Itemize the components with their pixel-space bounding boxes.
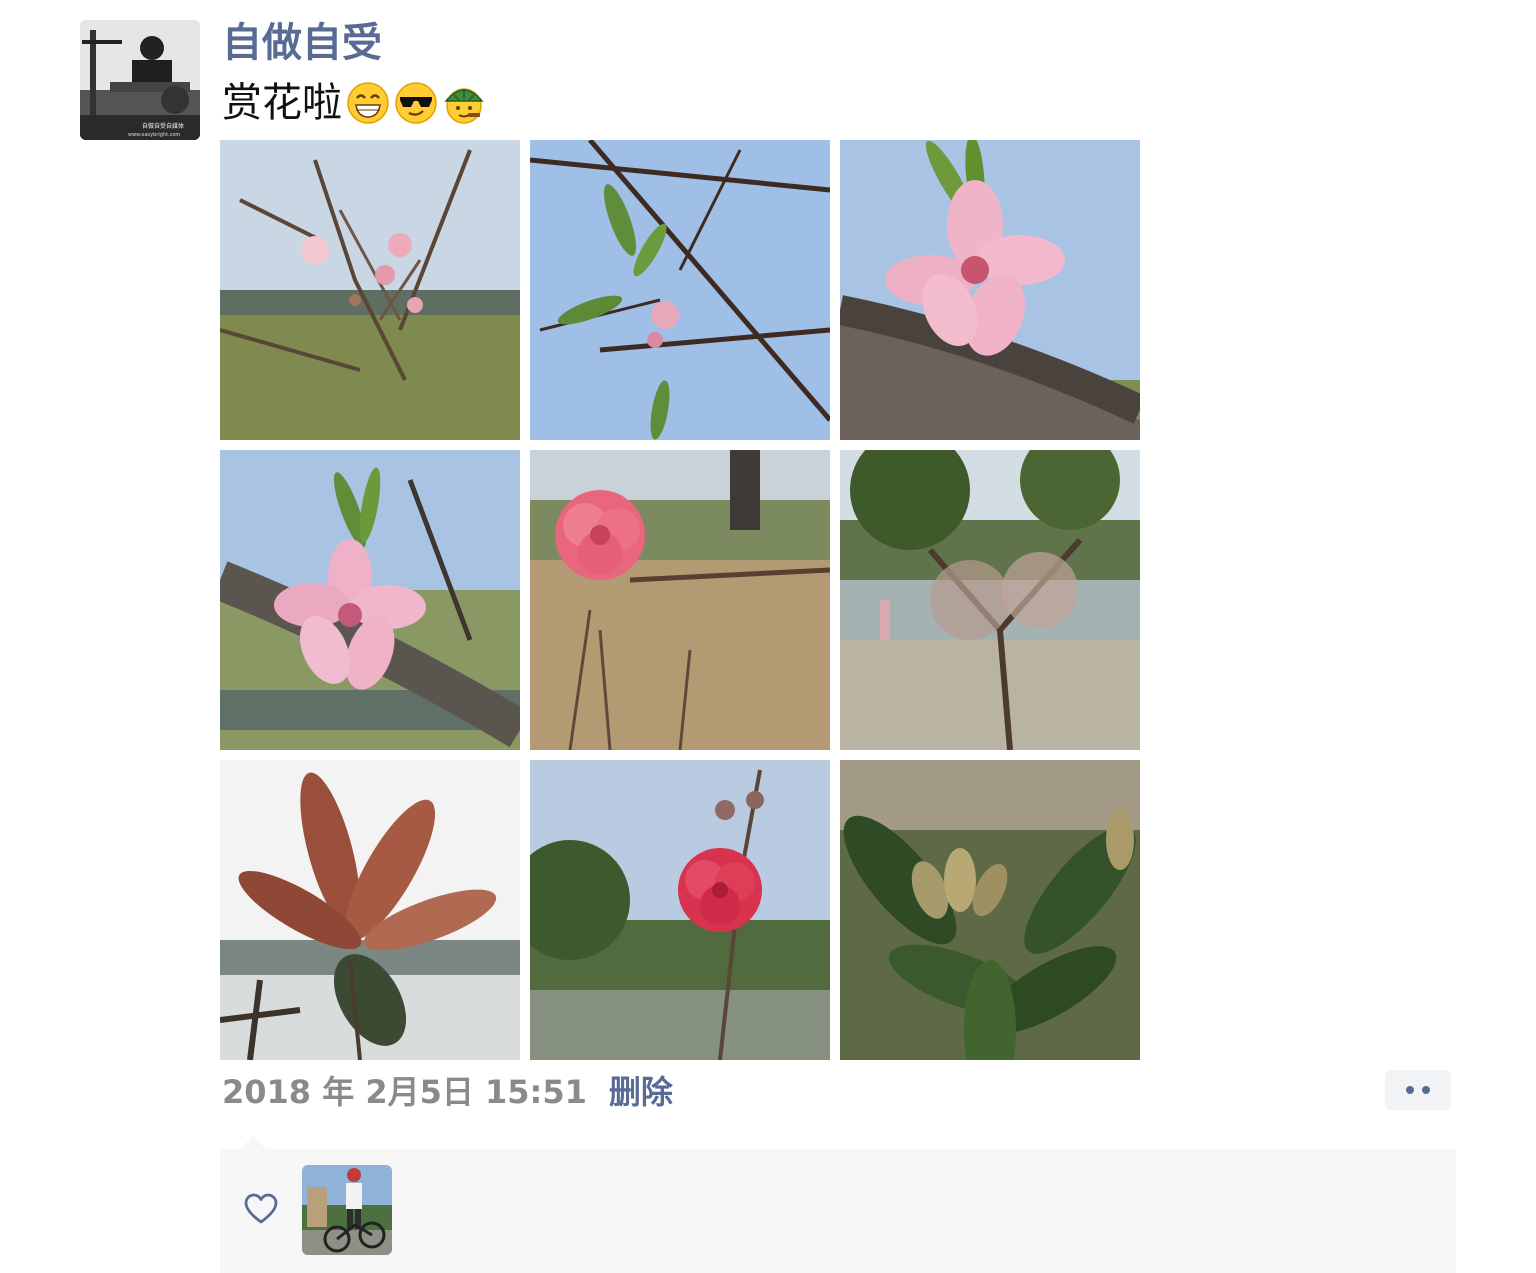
- photo-9[interactable]: [840, 760, 1140, 1060]
- likes-caret: [240, 1136, 266, 1149]
- more-dot-icon: [1406, 1086, 1414, 1094]
- liker-avatar[interactable]: [302, 1165, 392, 1255]
- post-text: 赏花啦: [222, 78, 486, 128]
- photo-2[interactable]: [530, 140, 830, 440]
- photo-3[interactable]: [840, 140, 1140, 440]
- author-avatar[interactable]: 自做自受自媒体 www.easybright.com: [80, 20, 200, 140]
- sunglasses-emoji-icon: [394, 81, 438, 125]
- avatar-watermark: 自做自受自媒体: [142, 122, 184, 130]
- post-timestamp: 2018 年 2月5日 15:51: [222, 1073, 587, 1111]
- photo-7[interactable]: [220, 760, 520, 1060]
- grin-emoji-icon: [346, 81, 390, 125]
- more-dot-icon: [1422, 1086, 1430, 1094]
- photo-4[interactable]: [220, 450, 520, 750]
- likes-panel: [220, 1149, 1456, 1273]
- avatar-url: www.easybright.com: [128, 132, 180, 138]
- photo-6[interactable]: [840, 450, 1140, 750]
- photo-grid: [220, 140, 1140, 1060]
- post-text-content: 赏花啦: [222, 80, 342, 126]
- delete-link[interactable]: 删除: [609, 1067, 673, 1113]
- photo-1[interactable]: [220, 140, 520, 440]
- photo-8[interactable]: [530, 760, 830, 1060]
- heart-icon: [244, 1193, 278, 1225]
- moments-post: 自做自受自媒体 www.easybright.com 自做自受 赏花啦 2018…: [0, 0, 1536, 1273]
- more-options-button[interactable]: [1385, 1070, 1451, 1110]
- author-name[interactable]: 自做自受: [222, 18, 382, 68]
- post-footer: 2018 年 2月5日 15:51 删除: [222, 1068, 673, 1112]
- turtle-emoji-icon: [442, 81, 486, 125]
- photo-5[interactable]: [530, 450, 830, 750]
